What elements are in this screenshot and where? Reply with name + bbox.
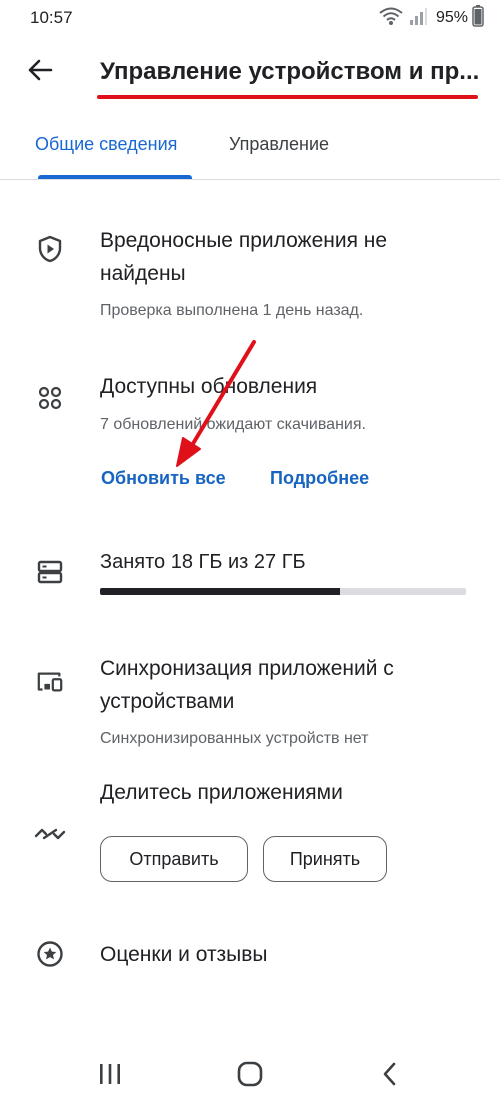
home-icon <box>236 1060 264 1093</box>
recent-apps-icon <box>97 1062 123 1091</box>
details-button[interactable]: Подробнее <box>270 468 369 489</box>
status-bar: 10:57 95% <box>0 0 500 36</box>
updates-subtitle: 7 обновлений ожидают скачивания. <box>100 416 366 433</box>
updates-title: Доступны обновления <box>100 375 318 398</box>
storage-label: Занято 18 ГБ из 27 ГБ <box>100 551 306 573</box>
arrow-back-icon <box>27 59 53 86</box>
wifi-icon <box>378 6 404 31</box>
nearby-share-icon <box>34 820 66 848</box>
star-circle-icon <box>36 940 64 968</box>
security-title: Вредоносные приложения не найдены <box>100 229 388 285</box>
battery-icon <box>472 4 484 32</box>
page-title: Управление устройством и пр... <box>100 58 480 85</box>
share-title: Делитесь приложениями <box>100 781 343 804</box>
system-nav-bar <box>0 1040 500 1111</box>
security-subtitle: Проверка выполнена 1 день назад. <box>100 302 364 319</box>
storage-bar <box>100 588 466 595</box>
sync-subtitle: Синхронизированных устройств нет <box>100 730 369 747</box>
status-icons: 95% <box>378 4 484 32</box>
ratings-title[interactable]: Оценки и отзывы <box>100 938 268 971</box>
back-button[interactable] <box>22 54 58 90</box>
sync-title: Синхронизация приложений с устройствами <box>100 657 394 713</box>
storage-bar-fill <box>100 588 340 595</box>
status-time: 10:57 <box>30 8 73 27</box>
signal-icon <box>408 6 428 31</box>
recent-apps-button[interactable] <box>90 1060 130 1092</box>
update-all-button[interactable]: Обновить все <box>101 468 226 489</box>
tab-manage[interactable]: Управление <box>229 134 329 155</box>
devices-icon <box>36 668 64 696</box>
storage-icon <box>36 558 64 586</box>
title-underline-annotation <box>97 95 478 99</box>
back-nav-button[interactable] <box>370 1060 410 1092</box>
shield-play-icon <box>36 235 64 263</box>
receive-button[interactable]: Принять <box>263 836 387 882</box>
tab-overview[interactable]: Общие сведения <box>35 134 177 155</box>
tab-indicator <box>38 175 192 179</box>
home-button[interactable] <box>230 1060 270 1092</box>
battery-percent: 95% <box>435 9 468 26</box>
send-button[interactable]: Отправить <box>100 836 248 882</box>
tab-bar: Общие сведения Управление <box>0 120 500 180</box>
chevron-left-icon <box>380 1061 400 1092</box>
apps-grid-icon <box>36 384 64 412</box>
